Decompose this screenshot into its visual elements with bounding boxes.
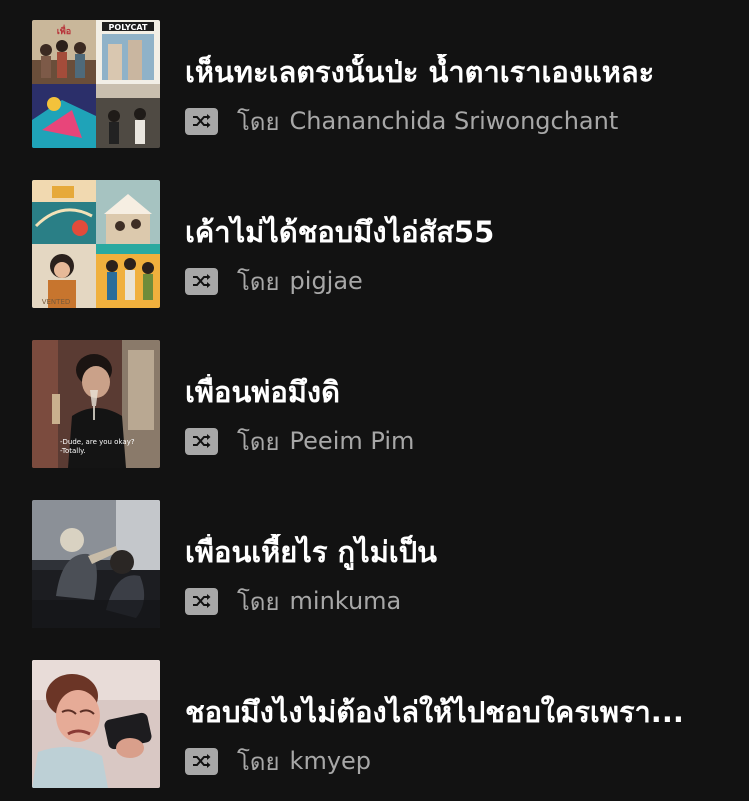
playlist-row[interactable]: VENTED เค้าไม่ได้ชอบมึงไอ่สัส55 โดย pigj… [0,180,749,310]
cover-caption-line: -Dude, are you okay? [60,438,135,446]
playlist-cover: เพื่อ POLYCAT [32,20,160,148]
shuffle-icon [185,427,218,455]
playlist-row[interactable]: -Dude, are you okay? -Totally. เพื่อนพ่อ… [0,340,749,470]
shuffle-icon [185,107,218,135]
shuffle-icon [185,587,218,615]
playlist-owner[interactable]: kmyep [290,747,371,775]
playlist-row[interactable]: เพื่อนเหี้ยไร กูไม่เป็น โดย minkuma [0,500,749,630]
by-label: โดย [237,587,280,616]
shuffle-icon [185,747,218,775]
playlist-title[interactable]: เค้าไม่ได้ชอบมึงไอ่สัส55 [185,214,494,250]
svg-text:VENTED: VENTED [42,298,71,306]
playlist-owner[interactable]: Peeim Pim [290,427,415,455]
by-label: โดย [237,267,280,296]
cover-caption-line: -Totally. [60,447,86,455]
playlist-title[interactable]: เพื่อนเหี้ยไร กูไม่เป็น [185,534,437,570]
playlist-meta: โดย Peeim Pim [185,426,414,456]
playlist-meta: โดย minkuma [185,586,401,616]
playlist-title[interactable]: เพื่อนพ่อมึงดิ [185,374,340,410]
playlist-meta: โดย pigjae [185,266,363,296]
by-label: โดย [237,107,280,136]
playlist-meta: โดย kmyep [185,746,371,776]
playlist-row[interactable]: ชอบมึงไงไม่ต้องไล่ให้ไปชอบใครเพรา... โดย… [0,660,749,790]
cover-caption: -Dude, are you okay? -Totally. [60,438,135,456]
shuffle-icon [185,267,218,295]
playlist-cover [32,500,160,628]
by-label: โดย [237,747,280,776]
playlist-title[interactable]: เห็นทะเลตรงนั้นป่ะ น้ำตาเราเองแหละ [185,54,654,90]
playlist-owner[interactable]: pigjae [290,267,363,295]
playlist-row[interactable]: เพื่อ POLYCAT เห็นทะเลตรงนั้นป่ะ น้ำตาเร… [0,20,749,150]
svg-text:POLYCAT: POLYCAT [109,23,148,32]
playlist-title[interactable]: ชอบมึงไงไม่ต้องไล่ให้ไปชอบใครเพรา... [185,694,684,730]
playlist-meta: โดย Chananchida Sriwongchant [185,106,618,136]
playlist-cover: VENTED [32,180,160,308]
playlist-list: เพื่อ POLYCAT เห็นทะเลตรงนั้นป่ะ น้ำตาเร… [0,0,749,801]
playlist-cover: -Dude, are you okay? -Totally. [32,340,160,468]
playlist-cover [32,660,160,788]
playlist-owner[interactable]: Chananchida Sriwongchant [290,107,619,135]
playlist-owner[interactable]: minkuma [290,587,402,615]
by-label: โดย [237,427,280,456]
